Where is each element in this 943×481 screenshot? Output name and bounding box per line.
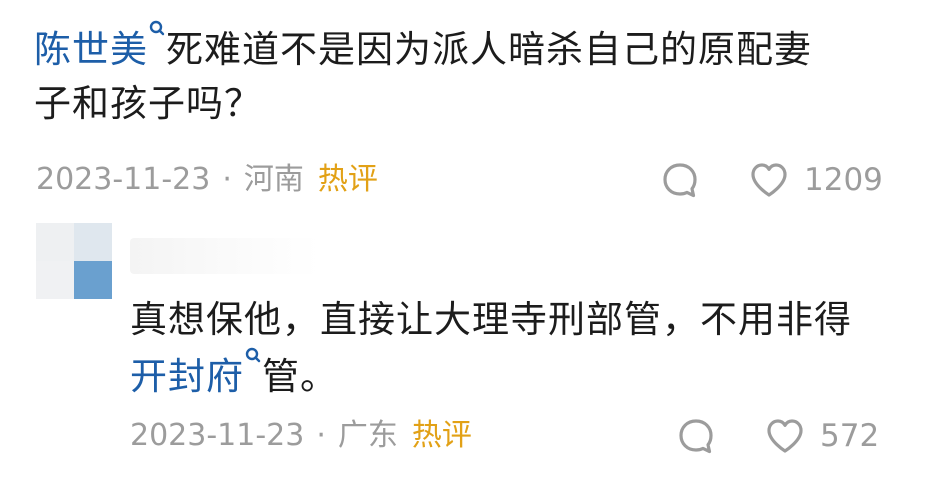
username-redacted [130, 238, 320, 274]
comment-location: 广东 [337, 418, 398, 453]
comment-location: 河南 [243, 162, 304, 197]
search-icon[interactable] [245, 347, 261, 369]
comment-date: 2023-11-23 [130, 418, 305, 453]
comment-bubble-icon [663, 163, 697, 198]
comment-1-line2: 子和孩子吗？ [34, 82, 262, 125]
reply-button[interactable] [660, 160, 700, 200]
avatar-tile [36, 223, 74, 261]
meta-separator: · [222, 162, 232, 197]
comment-date: 2023-11-23 [36, 162, 211, 197]
comment-2-text: 真想保他，直接让大理寺刑部管，不用非得 开封府 管。 [130, 293, 920, 404]
like-count: 1209 [804, 162, 883, 198]
comment-2-meta: 2023-11-23 · 广东 热评 [130, 416, 472, 456]
comment-1-line1: 死难道不是因为派人暗杀自己的原配妻 [166, 28, 812, 71]
heart-icon [767, 419, 803, 453]
comment-1-meta: 2023-11-23 · 河南 热评 [36, 160, 378, 200]
hot-comment-badge: 热评 [411, 418, 472, 453]
search-icon[interactable] [149, 20, 165, 42]
comment-2-line2: 管。 [262, 355, 338, 398]
avatar-tile [74, 261, 112, 299]
comment-2-line1: 真想保他，直接让大理寺刑部管，不用非得 [130, 298, 852, 341]
hot-comment-badge: 热评 [317, 162, 378, 197]
keyword-link-chenshimei[interactable]: 陈世美 [34, 20, 166, 71]
reply-button[interactable] [676, 416, 716, 456]
like-count: 572 [820, 418, 880, 454]
comment-bubble-icon [679, 419, 713, 454]
keyword-link-kaifengfu[interactable]: 开封府 [130, 347, 262, 398]
avatar-tile [36, 261, 74, 299]
meta-separator: · [316, 418, 326, 453]
comment-1-text: 陈世美 死难道不是因为派人暗杀自己的原配妻 子和孩子吗？ [34, 20, 914, 131]
like-button[interactable]: 1209 [748, 160, 883, 200]
avatar-tile [74, 223, 112, 261]
avatar[interactable] [36, 223, 112, 299]
heart-icon [751, 163, 787, 197]
like-button[interactable]: 572 [764, 416, 879, 456]
